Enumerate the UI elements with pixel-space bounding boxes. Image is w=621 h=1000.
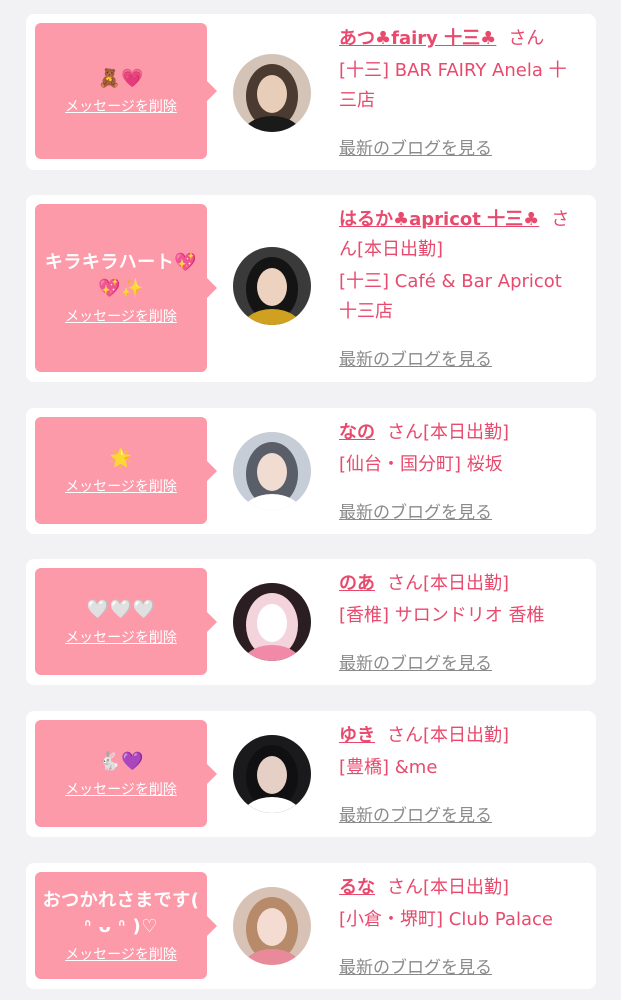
delete-message-link[interactable]: メッセージを削除: [65, 306, 177, 326]
status-label: [本日出勤]: [423, 877, 510, 898]
honorific: さん: [387, 573, 423, 594]
delete-message-link[interactable]: メッセージを削除: [65, 627, 177, 647]
message-bubble: 🌟 メッセージを削除: [35, 417, 217, 524]
latest-blog-link[interactable]: 最新のブログを見る: [339, 134, 492, 159]
message-bubble: 🧸💗 メッセージを削除: [35, 23, 217, 159]
message-card: おつかれさまです( ᐢ ᴗ ᐢ )♡ メッセージを削除 るな さん[本日出勤] [小倉・…: [26, 863, 596, 989]
shop-name: [香椎] サロンドリオ 香椎: [339, 605, 545, 626]
message-text: キラキラハート💖💖✨: [44, 252, 198, 299]
shop-name: [十三] Café & Bar Apricot 十三店: [339, 271, 562, 322]
message-bubble: 🤍🤍🤍 メッセージを削除: [35, 568, 217, 675]
latest-blog-link[interactable]: 最新のブログを見る: [339, 801, 492, 826]
delete-message-link[interactable]: メッセージを削除: [65, 96, 177, 116]
cast-name-link[interactable]: るな: [339, 877, 375, 898]
message-card: 🧸💗 メッセージを削除 あつ♣fairy 十三♣ さん [十三] BAR FAIRY A…: [26, 14, 596, 170]
cast-info: なの さん[本日出勤] [仙台・国分町] 桜坂: [339, 418, 584, 480]
cast-info: のあ さん[本日出勤] [香椎] サロンドリオ 香椎: [339, 569, 584, 631]
message-card: 🐇💜 メッセージを削除 ゆき さん[本日出勤] [豊橋] &me 最新のブログを見る: [26, 711, 596, 837]
delete-message-link[interactable]: メッセージを削除: [65, 779, 177, 799]
cast-info: はるか♣apricot 十三♣ さん[本日出勤] [十三] Café & Bar A…: [339, 205, 584, 327]
latest-blog-link[interactable]: 最新のブログを見る: [339, 953, 492, 978]
message-text: 🧸💗: [98, 68, 144, 89]
status-label: [本日出勤]: [423, 422, 510, 443]
honorific: さん: [387, 725, 423, 746]
honorific: さん: [387, 877, 423, 898]
avatar[interactable]: [233, 583, 311, 661]
latest-blog-link[interactable]: 最新のブログを見る: [339, 345, 492, 370]
message-text: おつかれさまです( ᐢ ᴗ ᐢ )♡: [42, 889, 200, 937]
avatar[interactable]: [233, 735, 311, 813]
message-bubble: おつかれさまです( ᐢ ᴗ ᐢ )♡ メッセージを削除: [35, 872, 217, 979]
shop-name: [十三] BAR FAIRY Anela 十三店: [339, 60, 567, 111]
message-text: 🐇💜: [98, 750, 144, 772]
message-card: 🤍🤍🤍 メッセージを削除 のあ さん[本日出勤] [香椎] サロンドリオ 香椎最新のブロ…: [26, 559, 596, 685]
message-list: 🧸💗 メッセージを削除 あつ♣fairy 十三♣ さん [十三] BAR FAIRY A…: [0, 0, 621, 1000]
status-label: [本日出勤]: [423, 725, 510, 746]
avatar[interactable]: [233, 887, 311, 965]
message-card: 🌟 メッセージを削除 なの さん[本日出勤] [仙台・国分町] 桜坂最新のブログを見る: [26, 408, 596, 534]
delete-message-link[interactable]: メッセージを削除: [65, 476, 177, 496]
cast-info: ゆき さん[本日出勤] [豊橋] &me: [339, 721, 584, 783]
latest-blog-link[interactable]: 最新のブログを見る: [339, 649, 492, 674]
message-card: キラキラハート💖💖✨ メッセージを削除 はるか♣apricot 十三♣ さん[本日出勤…: [26, 195, 596, 382]
cast-info: るな さん[本日出勤] [小倉・堺町] Club Palace: [339, 873, 584, 935]
message-text: 🌟: [109, 447, 133, 469]
message-bubble: キラキラハート💖💖✨ メッセージを削除: [35, 204, 217, 372]
cast-name-link[interactable]: なの: [339, 422, 375, 443]
shop-name: [小倉・堺町] Club Palace: [339, 909, 553, 930]
status-label: [本日出勤]: [357, 239, 444, 260]
cast-name-link[interactable]: のあ: [339, 573, 375, 594]
cast-name-link[interactable]: ゆき: [339, 725, 375, 746]
avatar[interactable]: [233, 54, 311, 132]
message-text: 🤍🤍🤍: [86, 598, 156, 620]
honorific: さん: [387, 422, 423, 443]
shop-name: [仙台・国分町] 桜坂: [339, 454, 503, 475]
shop-name: [豊橋] &me: [339, 757, 438, 778]
cast-name-link[interactable]: あつ♣fairy 十三♣: [339, 28, 496, 49]
cast-info: あつ♣fairy 十三♣ さん [十三] BAR FAIRY Anela 十三店: [339, 24, 584, 116]
delete-message-link[interactable]: メッセージを削除: [65, 944, 177, 964]
status-label: [本日出勤]: [423, 573, 510, 594]
avatar[interactable]: [233, 432, 311, 510]
honorific: さん: [508, 28, 545, 49]
cast-name-link[interactable]: はるか♣apricot 十三♣: [339, 209, 539, 230]
avatar[interactable]: [233, 247, 311, 325]
latest-blog-link[interactable]: 最新のブログを見る: [339, 498, 492, 523]
message-bubble: 🐇💜 メッセージを削除: [35, 720, 217, 827]
